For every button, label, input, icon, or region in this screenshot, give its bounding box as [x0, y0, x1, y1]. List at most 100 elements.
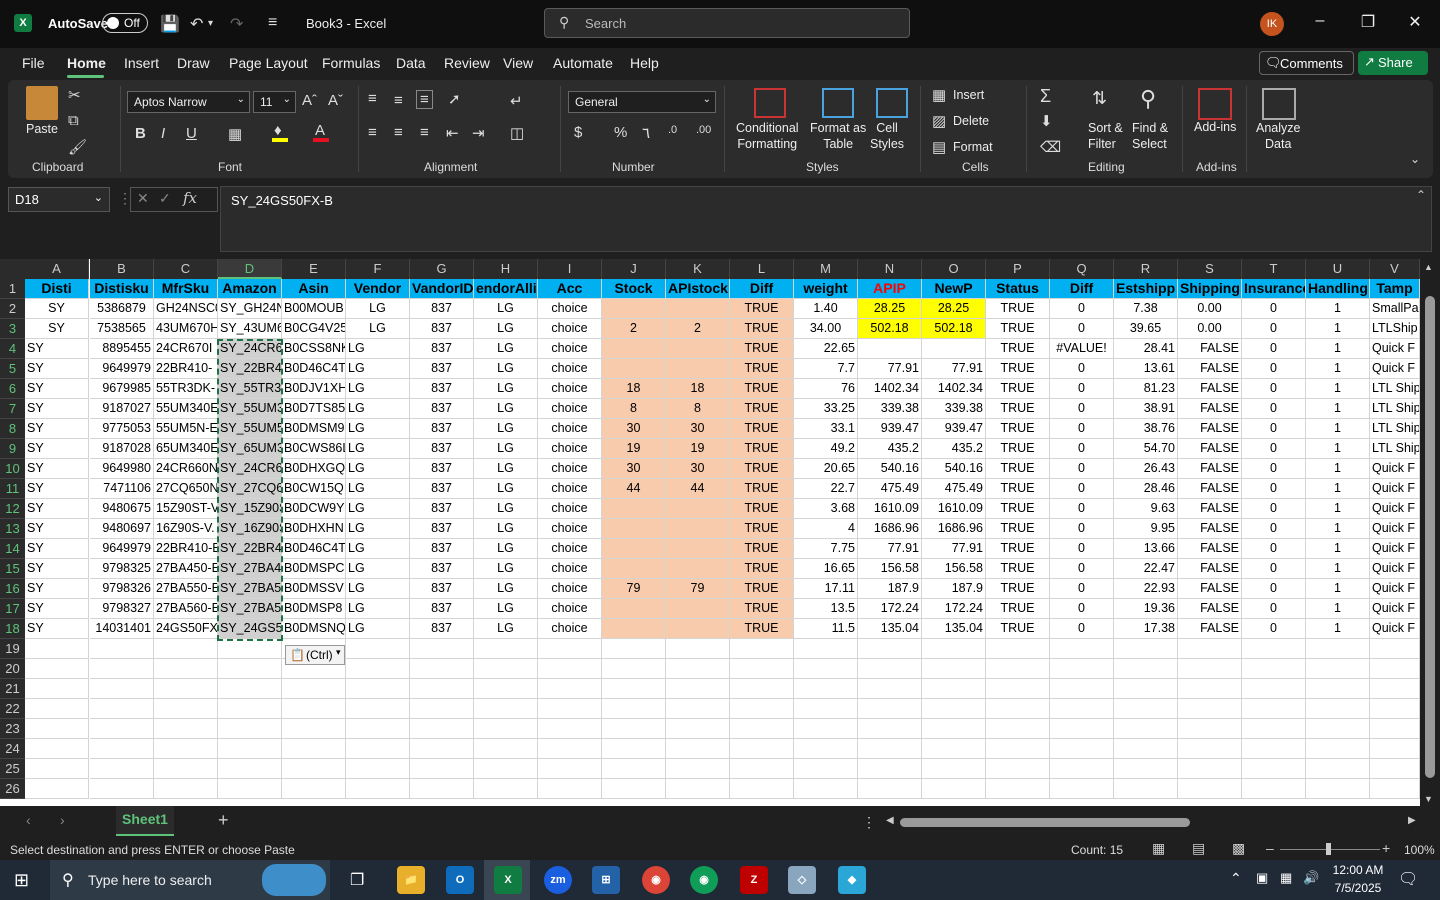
cell-t5[interactable]: 0: [1242, 359, 1306, 379]
network-icon[interactable]: ▦: [1280, 870, 1292, 886]
empty-cell[interactable]: [410, 639, 474, 659]
format-as-table-icon[interactable]: [822, 88, 854, 118]
cell-n6[interactable]: 1402.34: [858, 379, 922, 399]
empty-cell[interactable]: [25, 659, 89, 679]
column-header-k[interactable]: K: [666, 259, 730, 279]
empty-cell[interactable]: [1114, 759, 1178, 779]
cell-u16[interactable]: 1: [1306, 579, 1370, 599]
format-cells-button[interactable]: Format: [953, 140, 993, 154]
cell-m14[interactable]: 7.75: [794, 539, 858, 559]
cell-b13[interactable]: 9480697: [90, 519, 154, 539]
empty-cell[interactable]: [602, 659, 666, 679]
empty-cell[interactable]: [730, 659, 794, 679]
cell-c3[interactable]: 43UM670H: [154, 319, 218, 339]
cell-r15[interactable]: 22.47: [1114, 559, 1178, 579]
cell-d5[interactable]: SY_22BR41: [218, 359, 282, 379]
user-avatar[interactable]: IK: [1260, 12, 1284, 36]
cell-m2[interactable]: 1.40: [794, 299, 858, 319]
cell-o15[interactable]: 156.58: [922, 559, 986, 579]
cell-c18[interactable]: 24GS50FX: [154, 619, 218, 639]
insert-cells-icon[interactable]: ▦: [932, 86, 946, 104]
cell-m8[interactable]: 33.1: [794, 419, 858, 439]
cell-p10[interactable]: TRUE: [986, 459, 1050, 479]
customize-toolbar-icon[interactable]: ≡: [268, 14, 277, 32]
cell-f3[interactable]: LG: [346, 319, 410, 339]
empty-cell[interactable]: [154, 759, 218, 779]
menu-automate[interactable]: Automate: [553, 55, 613, 71]
empty-cell[interactable]: [1242, 679, 1306, 699]
cell-v14[interactable]: Quick F: [1370, 539, 1420, 559]
row-header-5[interactable]: 5: [0, 359, 25, 379]
empty-cell[interactable]: [666, 639, 730, 659]
empty-cell[interactable]: [1306, 639, 1370, 659]
cell-h15[interactable]: LG: [474, 559, 538, 579]
empty-cell[interactable]: [218, 739, 282, 759]
empty-cell[interactable]: [538, 719, 602, 739]
paint-bucket-icon[interactable]: ♦: [274, 122, 282, 139]
empty-cell[interactable]: [1178, 699, 1242, 719]
cell-t3[interactable]: 0: [1242, 319, 1306, 339]
cell-v4[interactable]: Quick F: [1370, 339, 1420, 359]
zoom-level[interactable]: 100%: [1404, 843, 1435, 857]
empty-cell[interactable]: [794, 779, 858, 799]
cell-i17[interactable]: choice: [538, 599, 602, 619]
analyze-data-button[interactable]: Analyze Data: [1256, 120, 1300, 152]
zoom-out-icon[interactable]: –: [1266, 840, 1274, 856]
cell-f6[interactable]: LG: [346, 379, 410, 399]
cell-u8[interactable]: 1: [1306, 419, 1370, 439]
cell-c11[interactable]: 27CQ650N: [154, 479, 218, 499]
addins-icon[interactable]: [1198, 88, 1232, 120]
cell-j10[interactable]: 30: [602, 459, 666, 479]
empty-cell[interactable]: [858, 719, 922, 739]
cell-n5[interactable]: 77.91: [858, 359, 922, 379]
cell-u14[interactable]: 1: [1306, 539, 1370, 559]
cell-l10[interactable]: TRUE: [730, 459, 794, 479]
empty-cell[interactable]: [410, 659, 474, 679]
cell-i12[interactable]: choice: [538, 499, 602, 519]
cell-a14[interactable]: SY: [25, 539, 89, 559]
page-layout-view-icon[interactable]: ▤: [1192, 840, 1205, 857]
cell-c5[interactable]: 22BR410-: [154, 359, 218, 379]
cell-n12[interactable]: 1610.09: [858, 499, 922, 519]
cell-s14[interactable]: FALSE: [1178, 539, 1242, 559]
empty-cell[interactable]: [922, 639, 986, 659]
cell-d12[interactable]: SY_15Z90S: [218, 499, 282, 519]
empty-cell[interactable]: [602, 739, 666, 759]
row-header-23[interactable]: 23: [0, 719, 25, 739]
cell-e6[interactable]: B0DJV1XH: [282, 379, 346, 399]
cell-g8[interactable]: 837: [410, 419, 474, 439]
empty-cell[interactable]: [154, 719, 218, 739]
cell-h9[interactable]: LG: [474, 439, 538, 459]
cell-t10[interactable]: 0: [1242, 459, 1306, 479]
cell-a13[interactable]: SY: [25, 519, 89, 539]
row-header-1[interactable]: 1: [0, 279, 25, 299]
cell-t14[interactable]: 0: [1242, 539, 1306, 559]
cell-f14[interactable]: LG: [346, 539, 410, 559]
empty-cell[interactable]: [858, 639, 922, 659]
cell-h3[interactable]: LG: [474, 319, 538, 339]
empty-cell[interactable]: [410, 779, 474, 799]
cell-s12[interactable]: FALSE: [1178, 499, 1242, 519]
cell-i8[interactable]: choice: [538, 419, 602, 439]
restore-icon[interactable]: ❐: [1358, 12, 1378, 32]
empty-cell[interactable]: [474, 699, 538, 719]
cell-e4[interactable]: B0CSS8NK: [282, 339, 346, 359]
empty-cell[interactable]: [1178, 779, 1242, 799]
empty-cell[interactable]: [1178, 639, 1242, 659]
cell-o12[interactable]: 1610.09: [922, 499, 986, 519]
cell-a4[interactable]: SY: [25, 339, 89, 359]
cell-m18[interactable]: 11.5: [794, 619, 858, 639]
italic-icon[interactable]: I: [161, 125, 165, 142]
cell-k16[interactable]: 79: [666, 579, 730, 599]
cell-l16[interactable]: TRUE: [730, 579, 794, 599]
cell-h14[interactable]: LG: [474, 539, 538, 559]
decrease-decimal-icon[interactable]: .00: [696, 124, 711, 136]
excel-taskbar-icon[interactable]: X: [494, 866, 522, 894]
cell-c12[interactable]: 15Z90ST-V: [154, 499, 218, 519]
cell-b15[interactable]: 9798325: [90, 559, 154, 579]
empty-cell[interactable]: [90, 699, 154, 719]
borders-icon[interactable]: ▦: [228, 125, 242, 143]
cell-j18[interactable]: [602, 619, 666, 639]
empty-cell[interactable]: [730, 779, 794, 799]
empty-cell[interactable]: [922, 679, 986, 699]
